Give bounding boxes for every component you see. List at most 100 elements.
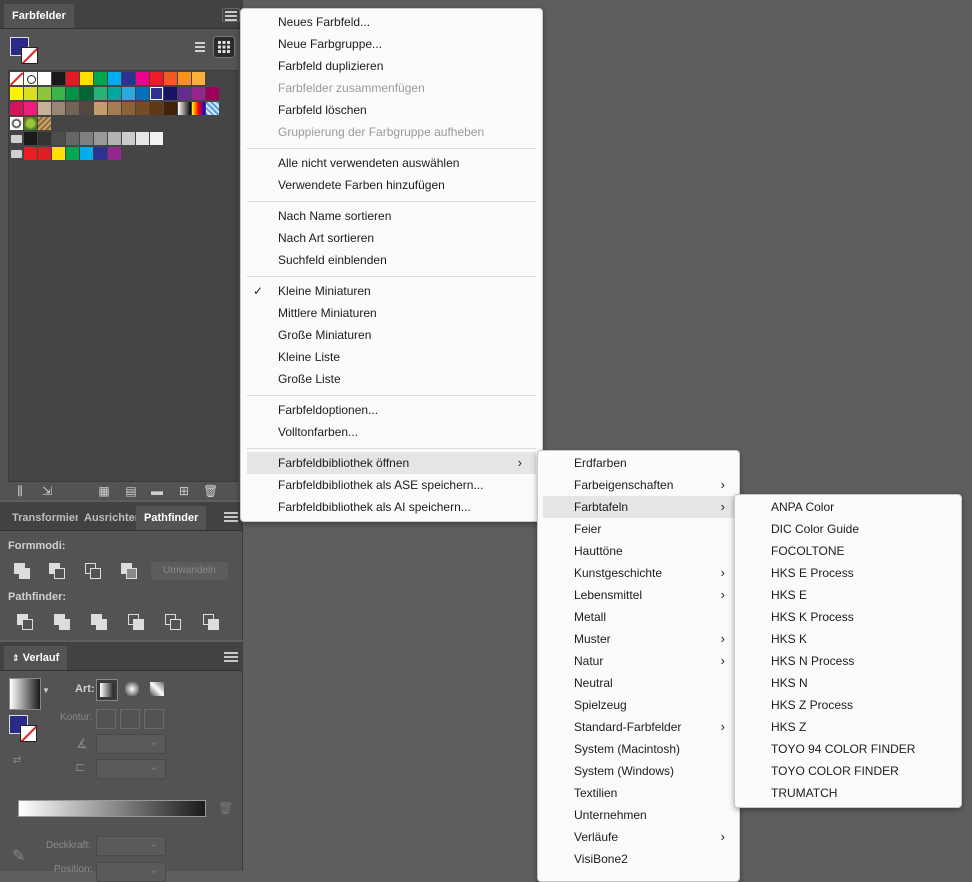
reverse-gradient-icon[interactable]: ⇄ — [13, 755, 27, 767]
library-menu-item[interactable]: Metall — [538, 606, 739, 628]
menu-item[interactable]: Farbfeld löschen — [241, 99, 542, 121]
color-swatch[interactable] — [136, 87, 149, 100]
color-swatch[interactable] — [136, 102, 149, 115]
color-swatch[interactable] — [38, 102, 51, 115]
menu-item[interactable]: Suchfeld einblenden — [241, 249, 542, 271]
tab-verlauf[interactable]: ⇕ Verlauf — [4, 646, 68, 670]
stroke-gradient-along-icon[interactable] — [120, 709, 140, 729]
color-swatch[interactable] — [192, 87, 205, 100]
color-swatch[interactable] — [94, 147, 107, 160]
freeform-gradient-button[interactable] — [147, 679, 167, 699]
swatch-kind-icon[interactable]: ▦ — [97, 485, 111, 497]
color-swatch[interactable] — [52, 147, 65, 160]
color-swatch[interactable] — [24, 102, 37, 115]
color-swatch[interactable] — [10, 102, 23, 115]
color-swatch[interactable] — [10, 87, 23, 100]
color-swatch[interactable] — [108, 147, 121, 160]
color-swatch[interactable] — [52, 102, 65, 115]
farbtafel-menu-item[interactable]: HKS Z — [735, 716, 961, 738]
color-swatch[interactable] — [108, 102, 121, 115]
menu-item[interactable]: Nach Art sortieren — [241, 227, 542, 249]
farbtafel-menu-item[interactable]: ANPA Color — [735, 496, 961, 518]
minus-back-icon[interactable] — [203, 614, 219, 630]
color-group-folder-icon[interactable] — [11, 150, 22, 158]
menu-item[interactable]: Farbfeldoptionen... — [241, 399, 542, 421]
color-swatch[interactable] — [136, 72, 149, 85]
merge-icon[interactable] — [91, 614, 107, 630]
color-swatch[interactable] — [80, 72, 93, 85]
farbtafel-menu-item[interactable]: HKS E — [735, 584, 961, 606]
color-swatch[interactable] — [66, 102, 79, 115]
stroke-none-swatch[interactable] — [21, 47, 38, 64]
color-swatch[interactable] — [108, 87, 121, 100]
umwandeln-button[interactable]: Umwandeln — [151, 562, 228, 580]
panel-menu-icon[interactable] — [222, 8, 240, 22]
swatch-libraries-icon[interactable]: ⫼ — [13, 485, 27, 497]
library-menu-item[interactable]: Textilien — [538, 782, 739, 804]
color-swatch[interactable] — [122, 132, 135, 145]
color-swatch[interactable] — [80, 147, 93, 160]
color-swatch[interactable] — [164, 72, 177, 85]
unite-icon[interactable] — [14, 563, 30, 579]
library-menu-item[interactable]: System (Windows) — [538, 760, 739, 782]
farbtafel-menu-item[interactable]: HKS Z Process — [735, 694, 961, 716]
library-menu-item[interactable]: Erdfarben — [538, 452, 739, 474]
color-swatch[interactable] — [150, 102, 163, 115]
opacity-dropdown[interactable] — [96, 836, 166, 856]
color-swatch[interactable] — [178, 87, 191, 100]
farbtafel-menu-item[interactable]: HKS K — [735, 628, 961, 650]
menu-item[interactable]: Kleine Liste — [241, 346, 542, 368]
color-swatch[interactable] — [108, 72, 121, 85]
color-swatch[interactable] — [80, 87, 93, 100]
color-swatch[interactable] — [150, 132, 163, 145]
menu-item[interactable]: Neues Farbfeld... — [241, 11, 542, 33]
farbtafel-menu-item[interactable]: HKS K Process — [735, 606, 961, 628]
color-swatch[interactable] — [52, 87, 65, 100]
gradient-slider[interactable] — [18, 800, 206, 817]
gradient-stroke-swatch[interactable] — [20, 725, 37, 742]
outline-icon[interactable] — [165, 614, 181, 630]
menu-item[interactable]: Farbfeldbibliothek als ASE speichern... — [241, 474, 542, 496]
library-menu-item[interactable]: Unternehmen — [538, 804, 739, 826]
color-swatch[interactable] — [122, 72, 135, 85]
position-dropdown[interactable] — [96, 862, 166, 882]
swatch-options-icon[interactable]: ▤ — [124, 485, 138, 497]
grid-view-button[interactable] — [213, 36, 235, 58]
farbtafel-menu-item[interactable]: HKS N — [735, 672, 961, 694]
angle-dropdown[interactable] — [96, 734, 166, 754]
library-menu-item[interactable]: VisiBone2 — [538, 848, 739, 870]
color-swatch[interactable] — [52, 72, 65, 85]
trim-icon[interactable] — [54, 614, 70, 630]
pattern-swatch[interactable] — [38, 117, 51, 130]
color-swatch[interactable] — [108, 132, 121, 145]
color-swatch[interactable] — [122, 102, 135, 115]
registration-swatch[interactable] — [24, 72, 37, 85]
linear-gradient-button[interactable] — [96, 679, 118, 701]
exclude-icon[interactable] — [121, 563, 137, 579]
eyedropper-icon[interactable]: ✎ — [12, 846, 25, 866]
farbtafel-menu-item[interactable]: TOYO COLOR FINDER — [735, 760, 961, 782]
color-swatch[interactable] — [66, 147, 79, 160]
library-menu-item[interactable]: System (Macintosh) — [538, 738, 739, 760]
gradient-preview[interactable] — [9, 678, 41, 710]
library-menu-item[interactable]: Spielzeug — [538, 694, 739, 716]
library-menu-item[interactable]: Lebensmittel › — [538, 584, 739, 606]
radial-gradient-button[interactable] — [122, 679, 142, 699]
farbtafel-menu-item[interactable]: TRUMATCH — [735, 782, 961, 804]
color-swatch[interactable] — [164, 87, 177, 100]
tab-farbfelder[interactable]: Farbfelder — [4, 4, 74, 28]
menu-item[interactable]: Nach Name sortieren — [241, 205, 542, 227]
farbtafel-menu-item[interactable]: HKS E Process — [735, 562, 961, 584]
library-menu-item[interactable]: Hauttöne — [538, 540, 739, 562]
menu-item[interactable]: Mittlere Miniaturen — [241, 302, 542, 324]
color-swatch[interactable] — [24, 147, 37, 160]
minus-front-icon[interactable] — [49, 563, 65, 579]
library-menu-item[interactable]: Standard-Farbfelder › — [538, 716, 739, 738]
color-swatch[interactable] — [94, 102, 107, 115]
menu-item[interactable]: Große Miniaturen — [241, 324, 542, 346]
library-menu-item[interactable]: Kunstgeschichte › — [538, 562, 739, 584]
delete-stop-icon[interactable]: 🗑 — [218, 801, 233, 815]
color-swatch[interactable] — [38, 147, 51, 160]
color-swatch[interactable] — [206, 87, 219, 100]
color-swatch[interactable] — [94, 87, 107, 100]
